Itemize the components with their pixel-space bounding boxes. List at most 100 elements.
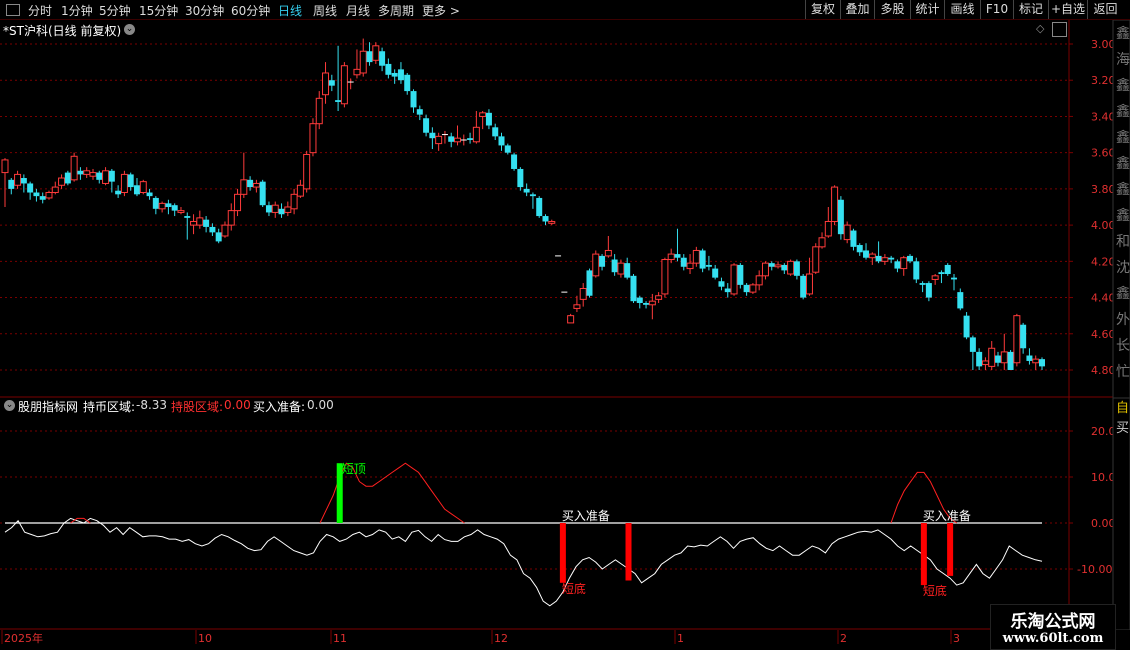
candle-body-down	[504, 145, 511, 153]
candle-body-up	[290, 193, 298, 210]
candle-body-up	[692, 249, 700, 264]
candle-body-up	[1013, 315, 1021, 364]
candle-body-down	[743, 284, 750, 293]
candle-body-up	[831, 186, 839, 222]
candle-body-up	[472, 126, 480, 143]
candle-body-down	[165, 203, 172, 207]
candle-body-up	[655, 295, 663, 300]
right-panel-glyph: 沈	[1116, 260, 1130, 276]
candle-body-up	[1032, 358, 1040, 364]
candle-body-up	[981, 360, 989, 366]
toolbar-button-1[interactable]: 叠加	[840, 0, 874, 19]
toolbar-button-4[interactable]: 画线	[944, 0, 980, 19]
candle-body-up	[818, 237, 826, 248]
candle-body-down	[385, 63, 392, 75]
right-panel-glyph: 外	[1116, 312, 1130, 328]
candle-body-up	[177, 210, 185, 213]
candle-body-down	[33, 192, 40, 197]
candle-body-down	[410, 91, 417, 108]
candle-body-down	[976, 351, 983, 367]
right-panel-glyph: 鑫	[1116, 207, 1130, 224]
annotation-label: 短底	[562, 581, 586, 596]
candle-body-down	[96, 172, 103, 180]
annotation-label: 短底	[923, 583, 947, 598]
candle-body-up	[102, 170, 110, 184]
candle-body-up	[548, 220, 556, 224]
candle-body-down	[875, 255, 882, 262]
indicator-chart[interactable]: 20.0010.000.00-10.00自买短顶买入准备短底买入准备短底	[0, 398, 1130, 630]
candle-body-up	[1, 159, 9, 174]
candle-body-down	[127, 174, 134, 188]
toolbar-button-8[interactable]: 返回	[1087, 0, 1123, 19]
candle-body-down	[800, 275, 807, 298]
period-tab-4[interactable]: 30分钟	[185, 2, 224, 19]
candle-body-down	[925, 283, 932, 298]
period-tab-0[interactable]: 分时	[28, 2, 52, 19]
field-label-mairu: 买入准备:	[253, 400, 306, 414]
candle-body-up	[221, 224, 229, 237]
candle-body-up	[435, 135, 443, 145]
price-tick-label: 3.00	[1091, 38, 1116, 51]
price-tick-label: 3.80	[1091, 183, 1116, 196]
candle-body-down	[423, 118, 430, 133]
period-tab-2[interactable]: 5分钟	[99, 2, 131, 19]
candle-body-down	[969, 337, 976, 352]
indicator-side-tab: 自	[1116, 401, 1129, 416]
toolbar-button-3[interactable]: 统计	[910, 0, 944, 19]
right-panel-glyph: 鑫	[1116, 25, 1130, 42]
period-tab-10[interactable]: 更多 >	[422, 2, 460, 19]
toolbar-button-0[interactable]: 复权	[805, 0, 840, 19]
period-tab-3[interactable]: 15分钟	[139, 2, 178, 19]
candle-body-down	[511, 154, 518, 169]
candle-body-down	[907, 255, 914, 262]
main-chart-collapse-icon[interactable]: ⌄	[124, 24, 135, 35]
candle-body-up	[667, 253, 675, 261]
candle-body-down	[1039, 359, 1045, 367]
period-toolbar: 分时 1分钟 5分钟 15分钟 30分钟 60分钟 日线 周线 月线 多周期 更多 > 复权 叠加 多股统…	[0, 0, 1130, 20]
candle-body-down	[146, 192, 153, 197]
period-tab-8[interactable]: 月线	[346, 2, 370, 19]
field-value-chigu: 0.00	[224, 398, 251, 412]
candle-body-down	[913, 261, 920, 280]
candle-body-down	[64, 172, 71, 184]
toolbar-button-2[interactable]: 多股	[874, 0, 910, 19]
candle-body-up	[58, 177, 66, 186]
candle-body-down	[379, 51, 386, 66]
candle-body-down	[1026, 355, 1033, 361]
signal-bar	[947, 523, 954, 576]
toolbar-button-7[interactable]: +自选	[1048, 0, 1087, 19]
candle-body-up	[139, 181, 147, 194]
candle-body-down	[39, 196, 46, 200]
candle-body-up	[592, 253, 600, 277]
candle-body-down	[1020, 324, 1027, 349]
period-tab-5[interactable]: 60分钟	[231, 2, 270, 19]
candle-body-up	[45, 192, 53, 199]
kline-chart[interactable]: 4.80 4.60 4.40 4.20 4.00 3.80 3.60 3.40 3.20 3.00…	[0, 20, 1130, 398]
price-tick-label: 4.20	[1091, 255, 1116, 268]
candle-body-up	[158, 202, 166, 210]
candle-body-down	[397, 69, 404, 81]
diamond-icon[interactable]: ◇	[1036, 22, 1044, 35]
period-tab-1[interactable]: 1分钟	[61, 2, 93, 19]
candle-body-down	[837, 199, 844, 235]
period-tab-7[interactable]: 周线	[313, 2, 337, 19]
menu-icon[interactable]	[6, 4, 20, 16]
candle-body-down	[429, 132, 436, 139]
candle-body-up	[617, 262, 625, 275]
period-tab-6[interactable]: 日线	[278, 2, 302, 19]
annotation-label: 买入准备	[923, 509, 971, 523]
candle-body-down	[115, 190, 122, 195]
period-tab-9[interactable]: 多周期	[378, 2, 414, 19]
candle-body-up	[824, 220, 832, 237]
toolbar-button-5[interactable]: F10	[980, 0, 1013, 19]
maximize-icon[interactable]	[1052, 22, 1067, 37]
time-axis: 2025年 10 11 12 1 2 3	[0, 630, 1130, 650]
indicator-name: 股朋指标网	[18, 400, 79, 414]
indicator-collapse-icon[interactable]: ⌄	[4, 400, 15, 411]
indicator-tick-label: 0.00	[1091, 517, 1116, 530]
candle-body-down	[699, 250, 706, 269]
candle-body-up	[454, 137, 462, 143]
candle-body-down	[265, 205, 272, 213]
toolbar-button-6[interactable]: 标记	[1013, 0, 1048, 19]
price-tick-label: 3.60	[1091, 147, 1116, 160]
